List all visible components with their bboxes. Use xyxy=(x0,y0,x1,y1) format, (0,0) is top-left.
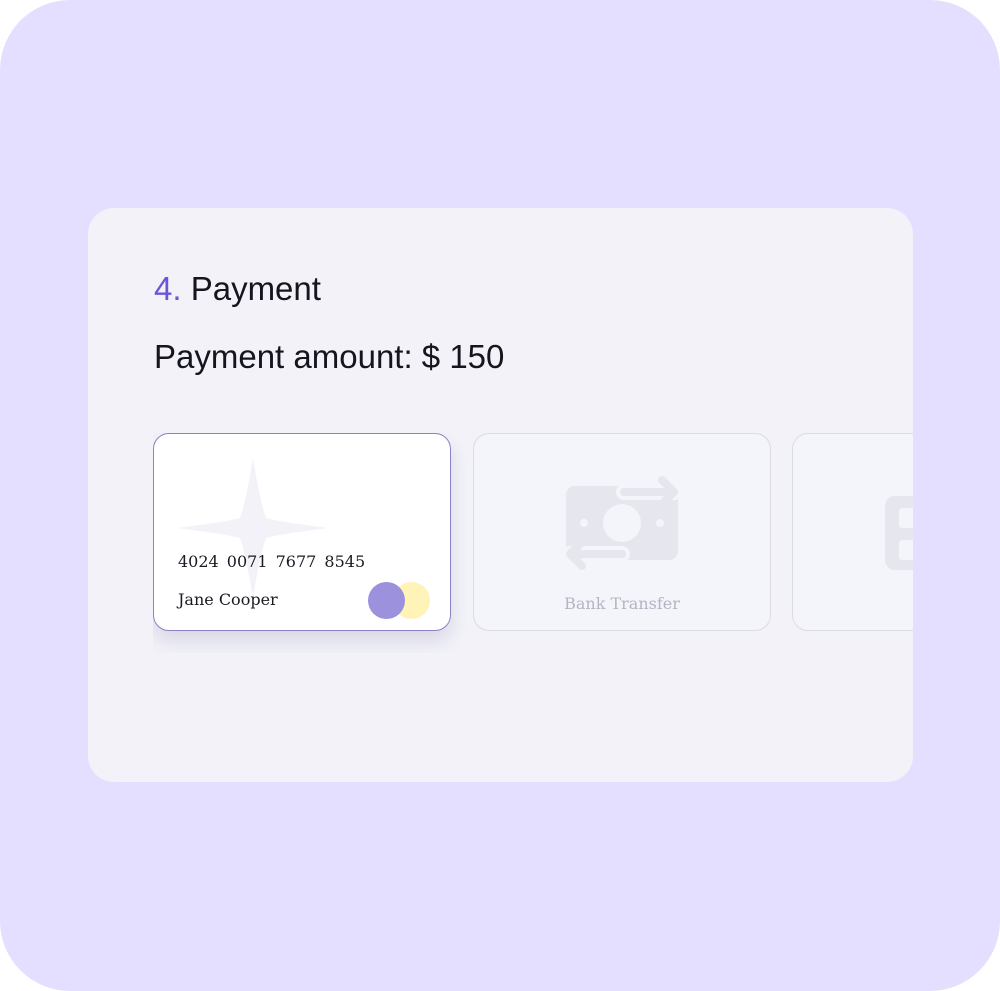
step-number: 4. xyxy=(154,270,182,307)
step-title: Payment xyxy=(190,270,321,307)
sparkle-icon xyxy=(178,458,328,598)
payment-amount: Payment amount: $ 150 xyxy=(154,338,505,375)
payment-method-card[interactable]: 4024 0071 7677 8545 Jane Cooper xyxy=(153,433,451,631)
money-transfer-icon xyxy=(562,476,682,570)
wallet-icon xyxy=(885,496,913,570)
bank-transfer-label: Bank Transfer xyxy=(564,594,680,613)
card-number: 4024 0071 7677 8545 xyxy=(178,552,366,571)
payment-panel: 4. Payment Payment amount: $ 150 4024 00… xyxy=(88,208,913,782)
payment-methods-list: 4024 0071 7677 8545 Jane Cooper Bank Tra… xyxy=(153,433,913,653)
card-brand-logo xyxy=(368,582,432,622)
payment-method-bank-transfer[interactable]: Bank Transfer xyxy=(473,433,771,631)
step-heading: 4. Payment xyxy=(154,270,321,308)
brand-circle-left xyxy=(368,582,405,619)
payment-method-other[interactable] xyxy=(792,433,913,631)
page-background: 4. Payment Payment amount: $ 150 4024 00… xyxy=(0,0,1000,991)
card-holder-name: Jane Cooper xyxy=(178,590,278,609)
